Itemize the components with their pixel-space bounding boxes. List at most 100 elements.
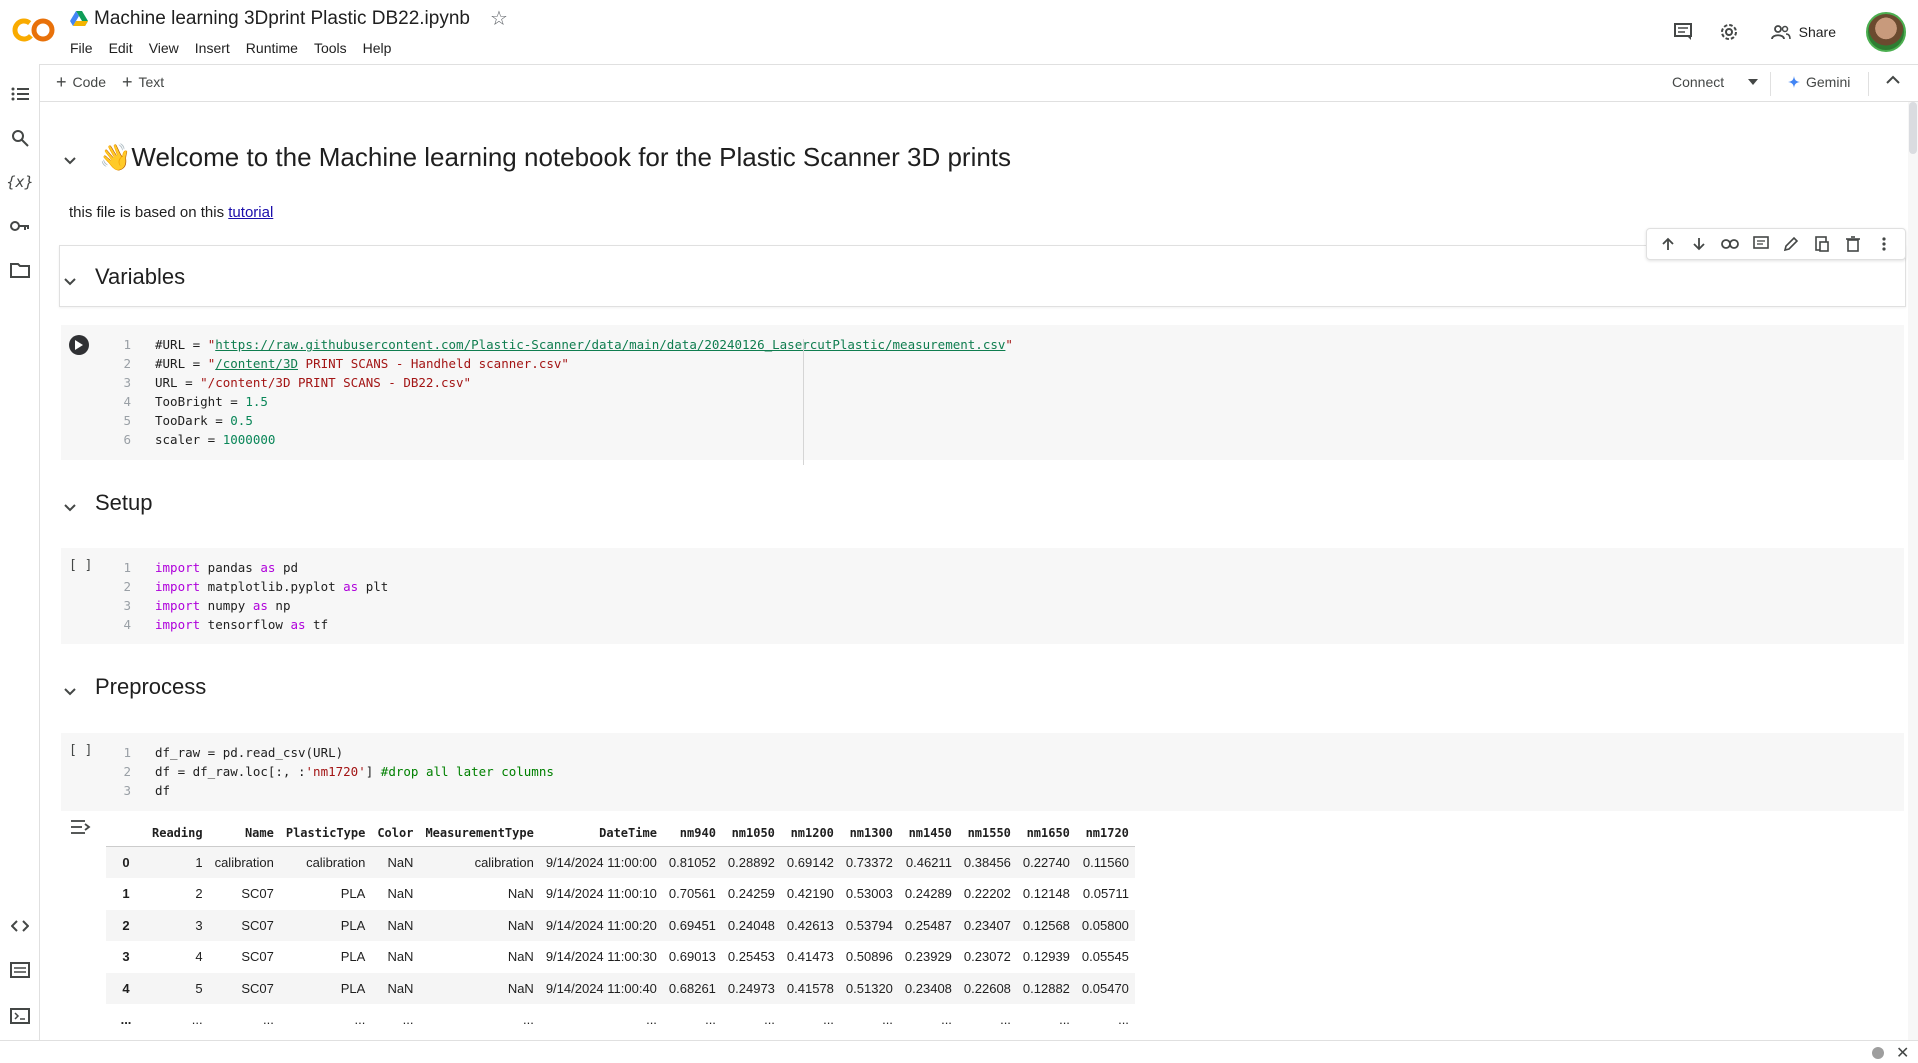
people-icon (1770, 25, 1791, 40)
code-token: 'nm1720' (305, 764, 366, 779)
menu-bar: File Edit View Insert Runtime Tools Help (70, 38, 407, 58)
share-button[interactable]: Share (1763, 24, 1844, 40)
user-avatar[interactable] (1866, 12, 1906, 52)
caret-down-icon[interactable] (1748, 79, 1759, 85)
code-token: df (155, 783, 171, 798)
code-line[interactable]: 5 TooDark = 0.5 (111, 411, 1013, 430)
notebook-title[interactable]: Machine learning 3Dprint Plastic DB22.ip… (94, 8, 470, 30)
output-actions-icon[interactable] (70, 818, 92, 836)
chevron-down-icon[interactable] (64, 273, 76, 289)
code-line[interactable]: 1 import pandas as pd (111, 558, 388, 577)
line-number: 2 (123, 356, 131, 371)
code-token: as (252, 598, 268, 613)
menu-edit[interactable]: Edit (109, 38, 141, 58)
scrollbar-track[interactable] (1908, 102, 1918, 1040)
table-cell: 0.24289 (904, 886, 952, 902)
menu-tools[interactable]: Tools (314, 38, 355, 58)
connect-button[interactable]: Connect (1672, 74, 1759, 90)
key-icon[interactable] (8, 214, 32, 238)
table-row: 1 2 SC07 PLA NaN NaN 9/14/2024 11:00:10 0.70561… (106, 878, 1135, 910)
add-text-button[interactable]: + Text (122, 73, 164, 91)
chevron-down-icon[interactable] (64, 499, 76, 515)
table-of-contents-icon[interactable] (8, 82, 32, 106)
chevron-down-icon[interactable] (64, 683, 76, 699)
variables-icon[interactable]: {x} (6, 170, 33, 194)
search-icon[interactable] (8, 126, 32, 150)
runtime-status-indicator[interactable] (1872, 1047, 1884, 1059)
table-cell: ... (1118, 1012, 1129, 1028)
code-line[interactable]: 2 import matplotlib.pyplot as plt (111, 577, 388, 596)
table-cell: 0.69142 (780, 846, 840, 878)
folder-icon[interactable] (8, 258, 32, 282)
table-cell: ... (191, 1012, 203, 1028)
code-cell-variables[interactable]: 1 #URL = "https://raw.githubusercontent.c… (61, 325, 1904, 465)
code-line[interactable]: 4 import tensorflow as tf (111, 615, 388, 634)
toolbar-divider (1770, 72, 1771, 96)
arrow-down-icon[interactable] (1689, 234, 1709, 254)
tutorial-link[interactable]: tutorial (228, 204, 273, 221)
code-token: tensorflow (200, 617, 291, 632)
menu-file[interactable]: File (70, 38, 101, 58)
code-editor[interactable]: 1 #URL = "https://raw.githubusercontent.c… (111, 335, 1013, 449)
google-drive-icon[interactable] (70, 11, 88, 27)
run-cell-button[interactable]: [ ] (69, 743, 92, 758)
chevron-up-icon[interactable] (1886, 72, 1900, 90)
code-line[interactable]: 2 #URL = "/content/3D PRINT SCANS - Handh… (111, 354, 1013, 373)
line-number: 2 (123, 579, 131, 594)
header-actions: Share (1671, 12, 1906, 52)
run-cell-button[interactable]: [ ] (69, 558, 92, 573)
table-cell: 5 (146, 972, 209, 1004)
code-cell-preprocess[interactable]: [ ] 1 df_raw = pd.read_csv(URL) 2 df = df_r… (61, 733, 1904, 811)
chevron-down-icon[interactable] (64, 152, 76, 168)
table-cell: ... (522, 1012, 534, 1028)
code-token: /content/3D (215, 356, 299, 371)
delete-trash-icon[interactable] (1843, 234, 1863, 254)
code-line[interactable]: 3 URL = "/content/3D PRINT SCANS - DB22.c… (111, 373, 1013, 392)
code-cell-setup[interactable]: [ ] 1 import pandas as pd 2 import matplotl… (61, 548, 1904, 644)
settings-gear-icon[interactable] (1717, 20, 1741, 44)
comment-icon[interactable] (1671, 20, 1695, 44)
link-icon[interactable] (1720, 234, 1740, 254)
star-icon[interactable]: ☆ (490, 9, 508, 29)
code-line[interactable]: 4 TooBright = 1.5 (111, 392, 1013, 411)
gemini-button[interactable]: Gemini (1788, 74, 1850, 90)
run-cell-button[interactable] (69, 335, 89, 355)
code-line[interactable]: 1 #URL = "https://raw.githubusercontent.c… (111, 335, 1012, 354)
app-header: Machine learning 3Dprint Plastic DB22.ip… (0, 0, 1918, 64)
close-icon[interactable]: ✕ (1896, 1043, 1909, 1063)
code-editor[interactable]: 1 import pandas as pd 2 import matplotlib.p… (111, 558, 388, 634)
add-comment-icon[interactable] (1751, 234, 1771, 254)
code-line[interactable]: 2 df = df_raw.loc[:, :'nm1720'] #drop all… (111, 762, 553, 781)
menu-help[interactable]: Help (363, 38, 400, 58)
code-token: tf (305, 617, 329, 632)
table-cell: PLA (279, 909, 372, 941)
more-vertical-icon[interactable] (1874, 234, 1894, 254)
add-code-button[interactable]: + Code (56, 73, 106, 91)
command-palette-icon[interactable] (8, 958, 32, 982)
table-cell: 0.23408 (898, 972, 958, 1004)
mirror-cell-icon[interactable] (1812, 234, 1832, 254)
code-line[interactable]: 3 df (111, 781, 554, 800)
welcome-heading: 👋Welcome to the Machine learning noteboo… (99, 142, 1011, 173)
code-line[interactable]: 1 df_raw = pd.read_csv(URL) (111, 743, 554, 762)
terminal-icon[interactable] (8, 1004, 32, 1028)
table-cell: 0.23072 (963, 949, 1011, 965)
colab-logo[interactable] (12, 14, 56, 46)
menu-insert[interactable]: Insert (195, 38, 238, 58)
code-token: URL = (155, 375, 201, 390)
edit-pencil-icon[interactable] (1781, 234, 1801, 254)
row-index: 4 (106, 972, 146, 1004)
code-editor[interactable]: 1 df_raw = pd.read_csv(URL) 2 df = df_raw.l… (111, 743, 554, 800)
menu-view[interactable]: View (149, 38, 187, 58)
arrow-up-icon[interactable] (1658, 234, 1678, 254)
column-header: Name (208, 818, 280, 847)
code-line[interactable]: 3 import numpy as np (111, 596, 388, 615)
table-cell: 0.69013 (668, 949, 716, 965)
variables-section-cell[interactable] (59, 245, 1906, 307)
code-snippets-icon[interactable] (8, 914, 32, 938)
table-cell: 0.05800 (1075, 909, 1135, 941)
scrollbar-thumb[interactable] (1909, 102, 1917, 154)
table-cell: SC07 (208, 909, 280, 941)
menu-runtime[interactable]: Runtime (246, 38, 306, 58)
code-line[interactable]: 6 scaler = 1000000 (111, 430, 1013, 449)
